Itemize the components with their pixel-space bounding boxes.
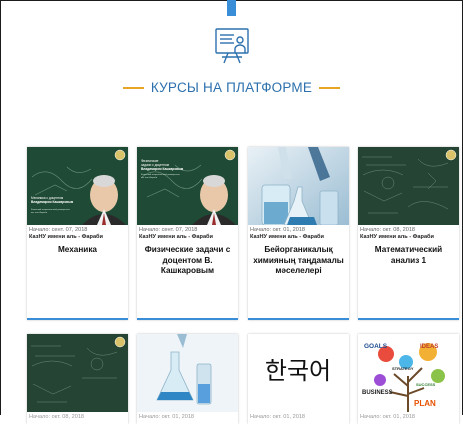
board-presenter-icon [214, 26, 250, 66]
section-title: КУРСЫ НА ПЛАТФОРМЕ [0, 80, 463, 95]
section-title-text: КУРСЫ НА ПЛАТФОРМЕ [150, 80, 313, 95]
course-org: КазНУ имени аль - Фараби [29, 234, 103, 240]
korean-text: 한국어 [265, 357, 331, 385]
course-thumbnail [137, 334, 238, 412]
course-start-date: Начало: окт. 01, 2018 [250, 414, 306, 420]
course-org: КазНУ имени аль - Фараби [139, 234, 213, 240]
course-start-date: Начало: сент. 07, 2018 [139, 227, 198, 233]
course-thumbnail [27, 334, 128, 412]
course-card[interactable]: Начало: окт. 01, 2018 [137, 334, 238, 424]
thumb-caption: Владимиром Кашкаровым [141, 167, 184, 171]
course-card[interactable]: Механика с доцентом Владимиром Кашкаровы… [27, 147, 128, 320]
course-start-date: Начало: сент. 07, 2018 [29, 227, 88, 233]
course-org: КазНУ имени аль - Фараби [360, 234, 434, 240]
thumb-word: SUCCESS [416, 382, 436, 387]
course-thumbnail: GOALS IDEAS STRATEGY SUCCESS BUSINESS PL… [358, 334, 459, 412]
course-card[interactable]: Физические задачи с доцентом Владимиром … [137, 147, 238, 320]
course-start-date: Начало: окт. 01, 2018 [139, 414, 195, 420]
thumb-note: им. аль-Фараби [31, 211, 48, 214]
course-title[interactable]: Бейорганикалық химияның таңдамалы мәселе… [251, 245, 346, 277]
course-title[interactable]: Математический анализ 1 [361, 245, 456, 266]
thumb-note: им. аль-Фараби [141, 176, 158, 179]
course-start-date: Начало: окт. 08, 2018 [360, 227, 416, 233]
thumb-word: PLAN [414, 399, 436, 408]
thumb-note: Казахский национальный университет [31, 208, 70, 211]
course-start-date: Начало: окт. 08, 2018 [29, 414, 85, 420]
course-card[interactable]: Начало: окт. 08, 2018 КазНУ имени аль - … [358, 147, 459, 320]
course-start-date: Начало: окт. 01, 2018 [360, 414, 416, 420]
course-thumbnail [358, 147, 459, 225]
card-accent-bar [137, 318, 238, 320]
card-accent-bar [358, 318, 459, 320]
title-rule-left [122, 86, 144, 89]
header-connector [227, 0, 236, 16]
course-title[interactable]: Физические задачи с доцентом В. Кашкаров… [140, 245, 235, 277]
thumb-note: Казахский национальный университет [141, 173, 180, 176]
course-thumbnail: 한국어 [248, 334, 349, 412]
thumb-word: BUSINESS [362, 390, 393, 396]
card-accent-bar [27, 318, 128, 320]
course-thumbnail: Физические задачи с доцентом Владимиром … [137, 147, 238, 225]
course-card[interactable]: Начало: окт. 01, 2018 КазНУ имени аль - … [248, 147, 349, 320]
course-title[interactable]: Механика [30, 245, 125, 256]
course-thumbnail [248, 147, 349, 225]
course-card[interactable]: Начало: окт. 08, 2018 [27, 334, 128, 424]
card-accent-bar [248, 318, 349, 320]
thumb-word: STRATEGY [392, 366, 414, 371]
course-card[interactable]: GOALS IDEAS STRATEGY SUCCESS BUSINESS PL… [358, 334, 459, 424]
thumb-word: GOALS [364, 343, 388, 350]
thumb-caption: Владимиром Кашкаровым [31, 200, 74, 204]
title-rule-right [319, 86, 341, 89]
course-thumbnail: Механика с доцентом Владимиром Кашкаровы… [27, 147, 128, 225]
thumb-word: IDEAS [420, 344, 438, 350]
course-start-date: Начало: окт. 01, 2018 [250, 227, 306, 233]
course-org: КазНУ имени аль - Фараби [250, 234, 324, 240]
course-card[interactable]: 한국어 Начало: окт. 01, 2018 [248, 334, 349, 424]
